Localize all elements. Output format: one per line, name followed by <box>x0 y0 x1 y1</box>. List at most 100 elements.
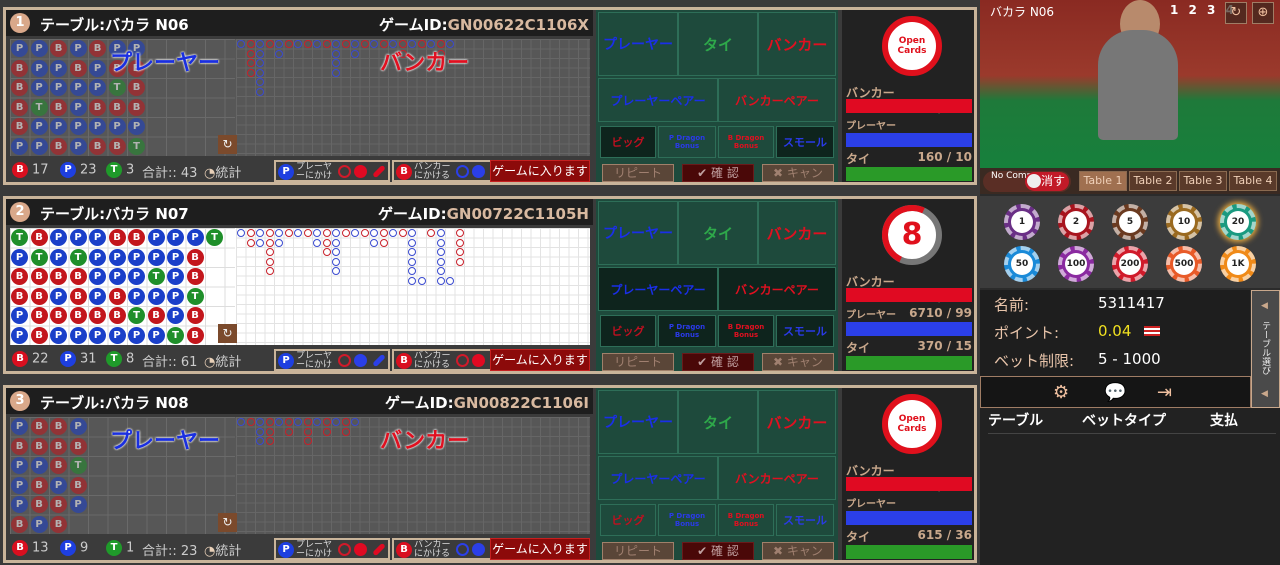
bead-result: B <box>69 307 87 324</box>
tab-table-1[interactable]: Table 1 <box>1079 171 1127 191</box>
result-counts: B 13 P9 T1 合計:: 23 ◔統計 P プレーヤ ーにかけ B バンカー… <box>10 537 590 561</box>
repeat-button[interactable]: リピート <box>602 353 674 371</box>
player-ask-button[interactable]: P プレーヤ ーにかけ <box>274 349 390 371</box>
bet-big[interactable]: ビッグ <box>600 504 656 536</box>
bead-result: P <box>89 59 106 77</box>
big-road-mark <box>389 229 397 237</box>
bet-big[interactable]: ビッグ <box>600 315 656 347</box>
banker-ask-button[interactable]: B バンカー にかける <box>392 538 492 560</box>
enter-game-button[interactable]: ゲームに入ります <box>490 538 590 560</box>
bead-result: P <box>30 515 48 533</box>
bet-p-dragon-bonus[interactable]: P Dragon Bonus <box>658 315 716 347</box>
bet-tie[interactable]: タイ <box>678 390 758 454</box>
bet-player[interactable]: プレーヤー <box>598 390 678 454</box>
big-road-mark <box>360 229 369 237</box>
cancel-button[interactable]: ✖ キャン <box>762 542 834 560</box>
chip-1K[interactable]: 1K <box>1220 246 1256 282</box>
bet-player[interactable]: プレーヤー <box>598 201 678 265</box>
gear-icon[interactable]: ⚙ <box>1053 382 1069 403</box>
confirm-button[interactable]: ✔ 確 認 <box>682 542 754 560</box>
bet-b-dragon-bonus[interactable]: B Dragon Bonus <box>718 315 774 347</box>
bet-b-dragon-bonus[interactable]: B Dragon Bonus <box>718 126 774 158</box>
bead-result: B <box>50 268 67 285</box>
big-road-mark <box>341 427 350 436</box>
bead-result: P <box>11 326 28 344</box>
stats-link[interactable]: ◔統計 <box>204 351 241 370</box>
chip-50[interactable]: 50 <box>1004 246 1040 282</box>
col-bet-type: ベットタイプ <box>1082 413 1166 429</box>
chip-10[interactable]: 10 <box>1166 204 1202 240</box>
player-ask-button[interactable]: P プレーヤ ーにかけ <box>274 538 390 560</box>
chip-1[interactable]: 1 <box>1004 204 1040 240</box>
no-comm-toggle[interactable]: No Comm 消す <box>983 171 1071 192</box>
big-road-mark <box>408 229 416 237</box>
total-count: 合計:: 61 <box>142 355 198 370</box>
confirm-button[interactable]: ✔ 確 認 <box>682 353 754 371</box>
enter-game-button[interactable]: ゲームに入ります <box>490 160 590 182</box>
big-road-mark <box>417 276 426 285</box>
bead-result: B <box>89 307 106 324</box>
bet-small[interactable]: スモール <box>776 315 834 347</box>
tab-table-2[interactable]: Table 2 <box>1129 171 1177 191</box>
player-ask-button[interactable]: P プレーヤ ーにかけ <box>274 160 390 182</box>
repeat-button[interactable]: リピート <box>602 164 674 182</box>
bet-banker-pair[interactable]: バンカーペアー <box>718 267 836 311</box>
table-select-tab[interactable]: ◀ テーブル選び ◀ <box>1251 290 1280 408</box>
bead-result: B <box>108 98 126 116</box>
logout-icon[interactable]: ⇥ <box>1157 382 1172 403</box>
bead-result: P <box>89 287 106 305</box>
bet-banker[interactable]: バンカー <box>758 201 836 265</box>
banker-ask-button[interactable]: B バンカー にかける <box>392 349 492 371</box>
chip-100[interactable]: 100 <box>1058 246 1094 282</box>
bet-history: テーブル ベットタイプ 支払 <box>980 408 1280 565</box>
chip-20[interactable]: 20 <box>1220 204 1256 240</box>
bet-tie[interactable]: タイ <box>678 201 758 265</box>
bet-tie[interactable]: タイ <box>678 12 758 76</box>
zoom-icon[interactable]: ⊕ <box>1252 2 1274 24</box>
confirm-button[interactable]: ✔ 確 認 <box>682 164 754 182</box>
chip-5[interactable]: 5 <box>1112 204 1148 240</box>
cancel-button[interactable]: ✖ キャン <box>762 164 834 182</box>
bet-player-pair[interactable]: プレーヤーペアー <box>598 456 718 500</box>
bet-banker-pair[interactable]: バンカーペアー <box>718 78 836 122</box>
chat-icon[interactable]: 💬 <box>1104 382 1126 403</box>
bead-result: B <box>89 98 106 116</box>
banker-ask-button[interactable]: B バンカー にかける <box>392 160 492 182</box>
bet-banker[interactable]: バンカー <box>758 12 836 76</box>
chip-2[interactable]: 2 <box>1058 204 1094 240</box>
big-road-mark <box>313 40 321 48</box>
chip-200[interactable]: 200 <box>1112 246 1148 282</box>
bet-player-pair[interactable]: プレーヤーペアー <box>598 267 718 311</box>
bet-banker-pair[interactable]: バンカーペアー <box>718 456 836 500</box>
bet-b-dragon-bonus[interactable]: B Dragon Bonus <box>718 504 774 536</box>
right-sidebar: バカラ N06 1 2 3 4 ↻ ⊕ No Comm 消す Table 1 T… <box>980 0 1280 565</box>
player-bar <box>846 322 972 336</box>
bead-result: P <box>50 476 67 494</box>
repeat-button[interactable]: リピート <box>602 542 674 560</box>
swap-road-icon[interactable]: ↻ <box>218 513 237 532</box>
bet-p-dragon-bonus[interactable]: P Dragon Bonus <box>658 126 716 158</box>
stats-link[interactable]: ◔統計 <box>204 162 241 181</box>
bead-result: P <box>147 287 165 305</box>
bet-p-dragon-bonus[interactable]: P Dragon Bonus <box>658 504 716 536</box>
bet-big[interactable]: ビッグ <box>600 126 656 158</box>
bet-banker[interactable]: バンカー <box>758 390 836 454</box>
enter-game-button[interactable]: ゲームに入ります <box>490 349 590 371</box>
chip-500[interactable]: 500 <box>1166 246 1202 282</box>
bet-player[interactable]: プレーヤー <box>598 12 678 76</box>
swap-road-icon[interactable]: ↻ <box>218 135 237 154</box>
stats-link[interactable]: ◔統計 <box>204 540 241 559</box>
big-road-mark <box>275 238 283 247</box>
big-road-mark <box>322 238 331 247</box>
bet-player-pair[interactable]: プレーヤーペアー <box>598 78 718 122</box>
bet-small[interactable]: スモール <box>776 504 834 536</box>
tab-table-4[interactable]: Table 4 <box>1229 171 1277 191</box>
tab-table-3[interactable]: Table 3 <box>1179 171 1227 191</box>
bead-result: P <box>69 418 87 435</box>
bead-result: B <box>50 496 67 513</box>
refresh-icon[interactable]: ↻ <box>1225 2 1247 24</box>
swap-road-icon[interactable]: ↻ <box>218 324 237 343</box>
cancel-button[interactable]: ✖ キャン <box>762 353 834 371</box>
bet-small[interactable]: スモール <box>776 126 834 158</box>
tie-bar <box>846 545 972 559</box>
